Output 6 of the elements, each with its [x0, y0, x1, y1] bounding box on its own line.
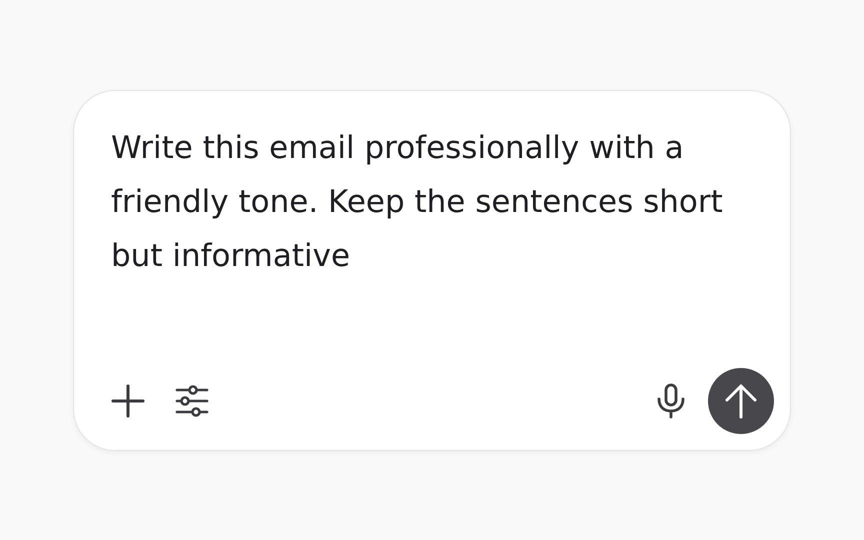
- prompt-text: Write this email professionally with a friendly tone. Keep the sentences short but informative: [111, 130, 723, 274]
- plus-icon[interactable]: [111, 384, 145, 418]
- sliders-icon[interactable]: [175, 384, 209, 416]
- prompt-field[interactable]: Write this email professionally with a friendly tone. Keep the sentences short but informative: [73, 90, 791, 450]
- microphone-icon[interactable]: [656, 382, 686, 418]
- arrow-up-icon: [724, 382, 758, 418]
